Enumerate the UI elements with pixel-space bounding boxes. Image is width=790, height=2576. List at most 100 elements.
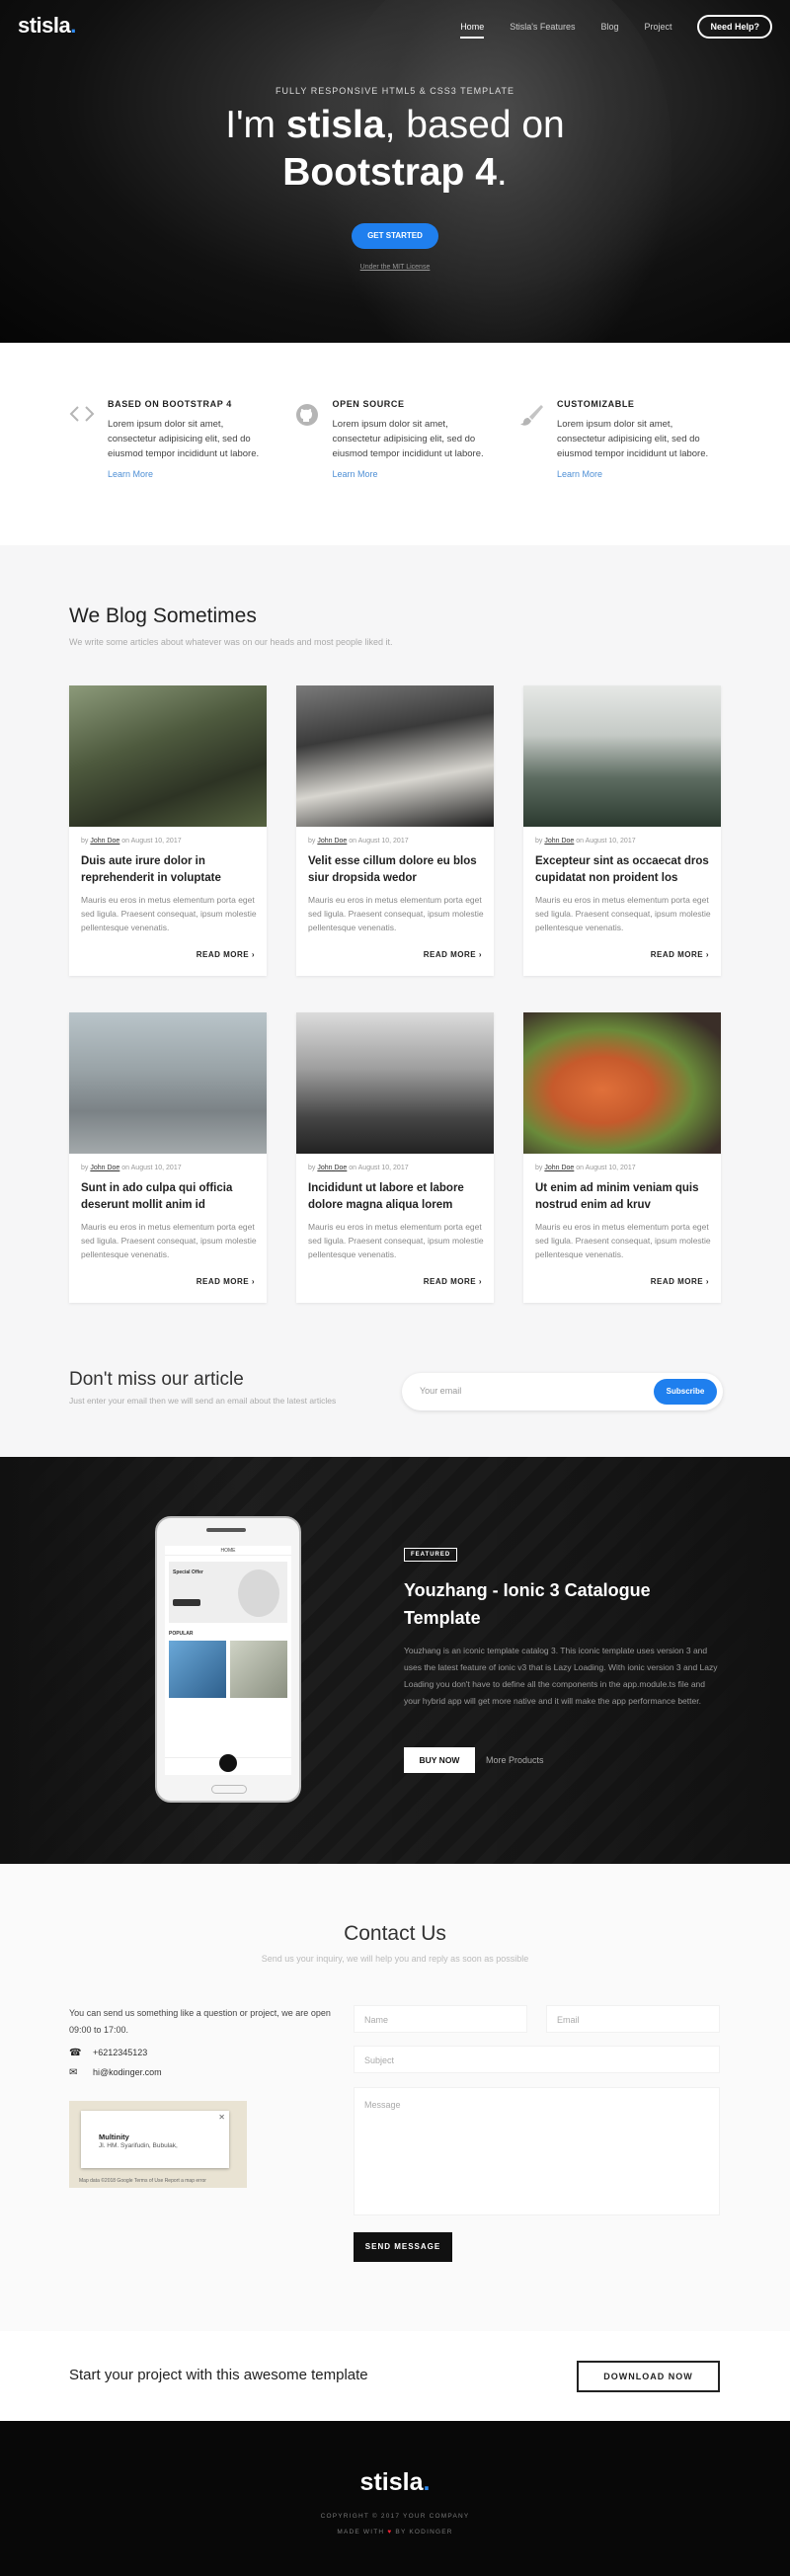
blog-image-bike[interactable] bbox=[69, 685, 267, 827]
post-excerpt: Mauris eu eros in metus elementum porta … bbox=[81, 895, 257, 932]
post-meta: by John Doe on August 10, 2017 bbox=[81, 838, 182, 845]
post-meta: by John Doe on August 10, 2017 bbox=[308, 1165, 409, 1171]
post-title[interactable]: Sunt in ado culpa qui officia deserunt m… bbox=[81, 1180, 257, 1214]
map-info-card: Multinity Jl. HM. Syarifudin, Bubulak, ✕ bbox=[81, 2111, 229, 2168]
newsletter-form: Your email Subscribe bbox=[402, 1373, 723, 1410]
nav-project[interactable]: Project bbox=[644, 22, 672, 32]
features-section: BASED ON BOOTSTRAP 4 Lorem ipsum dolor s… bbox=[69, 399, 721, 479]
read-more-link[interactable]: READ MORE › bbox=[424, 1277, 482, 1286]
post-meta: by John Doe on August 10, 2017 bbox=[81, 1165, 182, 1171]
learn-more-link[interactable]: Learn More bbox=[108, 469, 272, 479]
blog-card[interactable]: by John Doe on August 10, 2017 Velit ess… bbox=[296, 685, 494, 976]
feature-text: Lorem ipsum dolor sit amet, consectetur … bbox=[557, 419, 709, 459]
blog-section: We Blog Sometimes We write some articles… bbox=[0, 545, 790, 1457]
map-place-name: Multinity bbox=[99, 2133, 129, 2141]
nav-features[interactable]: Stisla's Features bbox=[510, 22, 575, 32]
post-excerpt: Mauris eu eros in metus elementum porta … bbox=[535, 1222, 711, 1259]
contact-intro: You can send us something like a questio… bbox=[69, 2008, 331, 2035]
message-textarea[interactable]: Message bbox=[354, 2087, 720, 2215]
blog-card[interactable]: by John Doe on August 10, 2017 Duis aute… bbox=[69, 685, 267, 976]
read-more-link[interactable]: READ MORE › bbox=[651, 950, 709, 959]
lamp-image bbox=[238, 1570, 279, 1617]
read-more-link[interactable]: READ MORE › bbox=[197, 1277, 255, 1286]
blog-image-laptop[interactable] bbox=[296, 685, 494, 827]
post-title[interactable]: Incididunt ut labore et labore dolore ma… bbox=[308, 1180, 484, 1214]
more-products-link[interactable]: More Products bbox=[486, 1755, 544, 1765]
author-link[interactable]: John Doe bbox=[544, 838, 574, 845]
contact-email: ✉ hi@kodinger.com bbox=[69, 2067, 162, 2078]
learn-more-link[interactable]: Learn More bbox=[333, 469, 497, 479]
post-excerpt: Mauris eu eros in metus elementum porta … bbox=[81, 1222, 257, 1259]
made-with-text: MADE WITH ♥ BY KODINGER bbox=[337, 2529, 453, 2536]
blog-image-salmon[interactable] bbox=[523, 1012, 721, 1154]
read-more-link[interactable]: READ MORE › bbox=[424, 950, 482, 959]
send-message-button[interactable]: SEND MESSAGE bbox=[354, 2232, 452, 2262]
post-meta: by John Doe on August 10, 2017 bbox=[535, 838, 636, 845]
feature-title: OPEN SOURCE bbox=[332, 399, 405, 409]
email-input[interactable]: Your email bbox=[420, 1386, 461, 1396]
map-place-address: Jl. HM. Syarifudin, Bubulak, bbox=[99, 2142, 178, 2149]
author-link[interactable]: John Doe bbox=[90, 1165, 119, 1171]
email-address: hi@kodinger.com bbox=[93, 2067, 162, 2077]
copyright-text: COPYRIGHT © 2017 YOUR COMPANY bbox=[320, 2513, 470, 2520]
footer-logo[interactable]: stisla. bbox=[0, 2468, 790, 2497]
heart-icon: ♥ bbox=[387, 2529, 393, 2536]
newsletter-title: Don't miss our article bbox=[69, 1369, 244, 1390]
buy-now-button[interactable]: BUY NOW bbox=[404, 1747, 475, 1773]
author-link[interactable]: John Doe bbox=[317, 1165, 347, 1171]
nav-home[interactable]: Home bbox=[460, 22, 485, 39]
author-link[interactable]: John Doe bbox=[90, 838, 119, 845]
author-link[interactable]: John Doe bbox=[317, 838, 347, 845]
blog-image-forest[interactable] bbox=[523, 685, 721, 827]
post-title[interactable]: Duis aute irure dolor in reprehenderit i… bbox=[81, 853, 257, 887]
feature-text: Lorem ipsum dolor sit amet, consectetur … bbox=[108, 419, 260, 459]
read-more-link[interactable]: READ MORE › bbox=[197, 950, 255, 959]
download-now-button[interactable]: DOWNLOAD NOW bbox=[577, 2361, 720, 2392]
post-title[interactable]: Ut enim ad minim veniam quis nostrud eni… bbox=[535, 1180, 711, 1214]
blog-title: We Blog Sometimes bbox=[69, 604, 257, 627]
phone-popular-label: POPULAR bbox=[169, 1631, 194, 1637]
github-icon bbox=[294, 403, 320, 429]
read-more-link[interactable]: READ MORE › bbox=[651, 1277, 709, 1286]
featured-product-section: HOME Special Offer POPULAR FEATURED Youz… bbox=[0, 1457, 790, 1864]
author-link[interactable]: John Doe bbox=[544, 1165, 574, 1171]
phone-banner: Special Offer bbox=[169, 1562, 287, 1623]
code-icon bbox=[69, 403, 95, 429]
feature-title: CUSTOMIZABLE bbox=[557, 399, 635, 409]
phone-speaker bbox=[206, 1528, 246, 1532]
blog-card[interactable]: by John Doe on August 10, 2017 Incididun… bbox=[296, 1012, 494, 1303]
nav-blog[interactable]: Blog bbox=[600, 22, 618, 32]
license-link[interactable]: Under the MIT License bbox=[0, 264, 790, 271]
mail-icon: ✉ bbox=[69, 2067, 78, 2078]
name-input[interactable]: Name bbox=[354, 2005, 527, 2033]
blog-image-skater[interactable] bbox=[69, 1012, 267, 1154]
footer: stisla. COPYRIGHT © 2017 YOUR COMPANY MA… bbox=[0, 2421, 790, 2576]
brand-logo[interactable]: stisla. bbox=[18, 13, 76, 39]
map-footer: Map data ©2018 Google Terms of Use Repor… bbox=[79, 2178, 206, 2184]
get-started-button[interactable]: GET STARTED bbox=[352, 223, 438, 249]
cta-title: Start your project with this awesome tem… bbox=[69, 2367, 368, 2383]
feature-title: BASED ON BOOTSTRAP 4 bbox=[108, 399, 232, 409]
blog-card[interactable]: by John Doe on August 10, 2017 Sunt in a… bbox=[69, 1012, 267, 1303]
subscribe-button[interactable]: Subscribe bbox=[654, 1379, 717, 1405]
need-help-button[interactable]: Need Help? bbox=[697, 15, 772, 39]
phone-product-image bbox=[169, 1641, 226, 1698]
map-embed[interactable]: Multinity Jl. HM. Syarifudin, Bubulak, ✕… bbox=[69, 2101, 247, 2188]
contact-phone: ☎ +6212345123 bbox=[69, 2048, 147, 2058]
main-nav: Home Stisla's Features Blog Project Need… bbox=[460, 15, 772, 39]
post-excerpt: Mauris eu eros in metus elementum porta … bbox=[308, 895, 484, 932]
blog-card[interactable]: by John Doe on August 10, 2017 Ut enim a… bbox=[523, 1012, 721, 1303]
featured-badge: FEATURED bbox=[404, 1548, 458, 1562]
post-title[interactable]: Excepteur sint as occaecat dros cupidata… bbox=[535, 853, 711, 887]
subject-input[interactable]: Subject bbox=[354, 2046, 720, 2073]
post-title[interactable]: Velit esse cillum dolore eu blos siur dr… bbox=[308, 853, 484, 887]
blog-image-trees[interactable] bbox=[296, 1012, 494, 1154]
blog-card[interactable]: by John Doe on August 10, 2017 Excepteur… bbox=[523, 685, 721, 976]
product-title: Youzhang - Ionic 3 Catalogue Template bbox=[404, 1580, 651, 1628]
phone-home-button bbox=[211, 1785, 247, 1794]
close-icon[interactable]: ✕ bbox=[218, 2113, 225, 2122]
phone-banner-title: Special Offer bbox=[173, 1570, 203, 1575]
learn-more-link[interactable]: Learn More bbox=[557, 469, 721, 479]
blog-subtitle: We write some articles about whatever wa… bbox=[69, 637, 393, 647]
email-field[interactable]: Email bbox=[546, 2005, 720, 2033]
